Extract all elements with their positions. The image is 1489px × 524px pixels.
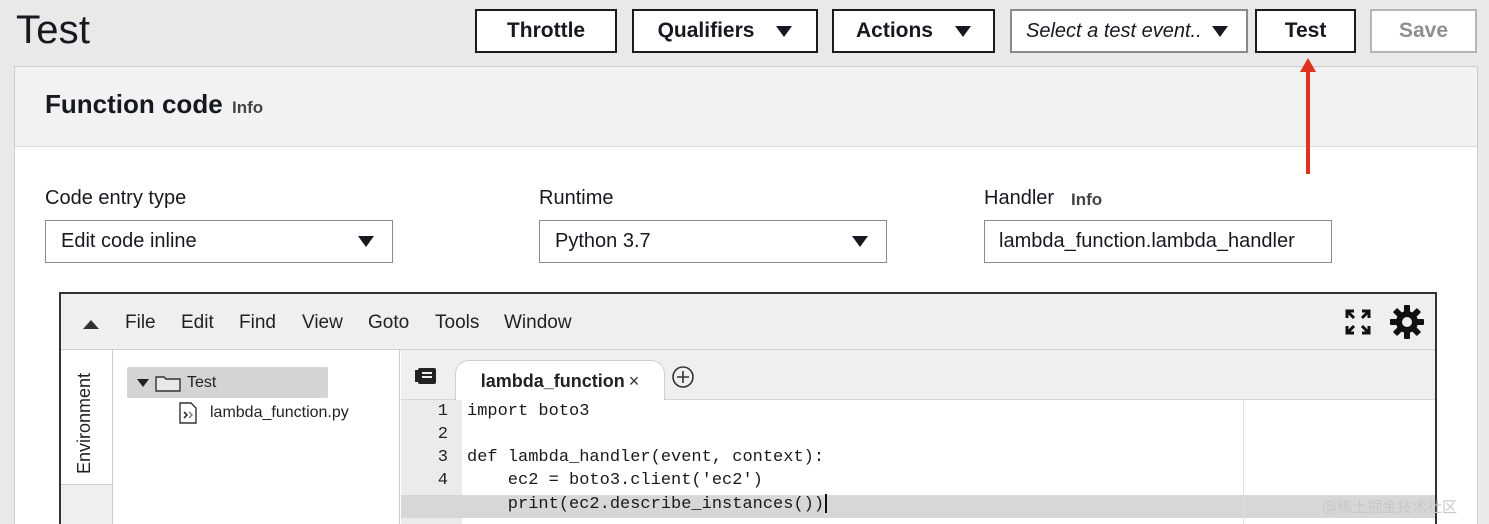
text-cursor (825, 494, 828, 513)
function-code-panel: Function code Info Code entry type Runti… (14, 66, 1478, 524)
save-button-label: Save (1398, 19, 1449, 42)
throttle-button[interactable]: Throttle (475, 9, 617, 53)
chevron-down-icon[interactable] (137, 378, 149, 387)
environment-tab[interactable]: Environment (61, 350, 113, 485)
line-number: 3 (437, 448, 448, 467)
menu-window[interactable]: Window (504, 312, 572, 334)
header-bar: Test Throttle Qualifiers Actions Select … (0, 0, 1489, 66)
throttle-button-label: Throttle (506, 19, 586, 42)
fullscreen-icon[interactable] (1345, 309, 1371, 335)
annotation-arrow-icon (1300, 58, 1316, 174)
line-number: 1 (437, 402, 448, 421)
file-tree: Test lambda_function.py (114, 350, 400, 524)
panel-header: Function code Info (15, 67, 1477, 147)
panel-title: Function code (45, 89, 223, 119)
test-event-select-placeholder: Select a test event.. (1026, 19, 1202, 42)
handler-label: Handler (984, 187, 1055, 209)
test-button[interactable]: Test (1255, 9, 1356, 53)
code-editor-ide: File Edit Find View Goto Tools Window En… (59, 292, 1437, 524)
chevron-down-icon (1212, 25, 1228, 37)
handler-input[interactable] (984, 220, 1332, 263)
actions-button[interactable]: Actions (832, 9, 995, 53)
python-file-icon (179, 402, 197, 424)
page-title: Test (16, 8, 91, 52)
tree-file-lambda-function[interactable]: lambda_function.py (178, 402, 349, 424)
chevron-down-icon (955, 25, 971, 37)
collapse-menu-icon[interactable] (83, 320, 99, 329)
environment-tab-label: Environment (74, 372, 94, 474)
tree-file-label: lambda_function.py (210, 404, 349, 421)
handler-info-link[interactable]: Info (1071, 190, 1102, 210)
line-number: 2 (437, 425, 448, 444)
editor-tab-bar: lambda_function × (401, 350, 1435, 401)
print-margin (1243, 400, 1244, 524)
close-icon[interactable]: × (629, 371, 640, 392)
line-number: 4 (437, 471, 448, 490)
runtime-select[interactable]: Python 3.7 (539, 220, 887, 263)
code-entry-type-value: Edit code inline (61, 230, 197, 252)
gear-icon[interactable] (1389, 304, 1425, 340)
code-entry-type-select[interactable]: Edit code inline (45, 220, 393, 263)
code-line: ec2 = boto3.client('ec2') (467, 471, 763, 490)
code-line-active: print(ec2.describe_instances()) (467, 494, 828, 514)
code-line: import boto3 (467, 402, 590, 421)
chevron-down-icon (852, 236, 868, 247)
menu-file[interactable]: File (125, 312, 156, 334)
tab-label: lambda_function (480, 370, 625, 391)
editor-pane: lambda_function × 1 2 3 4 5 import boto3 (401, 350, 1435, 524)
tree-folder-test[interactable]: Test (127, 367, 328, 398)
test-event-select[interactable]: Select a test event.. (1010, 9, 1248, 53)
qualifiers-button[interactable]: Qualifiers (632, 9, 818, 53)
runtime-label: Runtime (539, 187, 614, 209)
menu-find[interactable]: Find (239, 312, 276, 334)
watermark: @稀土掘金技术社区 (1322, 498, 1458, 516)
chevron-down-icon (776, 25, 793, 37)
test-button-label: Test (1284, 19, 1327, 42)
menu-edit[interactable]: Edit (181, 312, 214, 334)
actions-button-label: Actions (855, 19, 933, 42)
qualifiers-button-label: Qualifiers (657, 19, 755, 42)
code-entry-type-label: Code entry type (45, 187, 187, 209)
folder-icon (155, 375, 181, 392)
function-code-info-link[interactable]: Info (232, 98, 263, 118)
runtime-value: Python 3.7 (555, 230, 651, 252)
save-button[interactable]: Save (1370, 9, 1477, 53)
add-tab-icon[interactable] (671, 365, 695, 389)
menu-view[interactable]: View (302, 312, 343, 334)
chevron-down-icon (358, 236, 374, 247)
code-text-area[interactable]: import boto3 def lambda_handler(event, c… (401, 400, 1435, 524)
tabs-list-icon[interactable] (415, 367, 437, 385)
code-line: def lambda_handler(event, context): (467, 448, 825, 467)
side-strip: Environment (61, 350, 113, 524)
tree-folder-label: Test (187, 373, 217, 391)
menu-goto[interactable]: Goto (368, 312, 409, 334)
tab-lambda-function[interactable]: lambda_function × (455, 360, 665, 401)
menu-tools[interactable]: Tools (435, 312, 479, 334)
ide-menu-bar: File Edit Find View Goto Tools Window (61, 294, 1435, 350)
code-line-text: print(ec2.describe_instances()) (467, 494, 825, 514)
